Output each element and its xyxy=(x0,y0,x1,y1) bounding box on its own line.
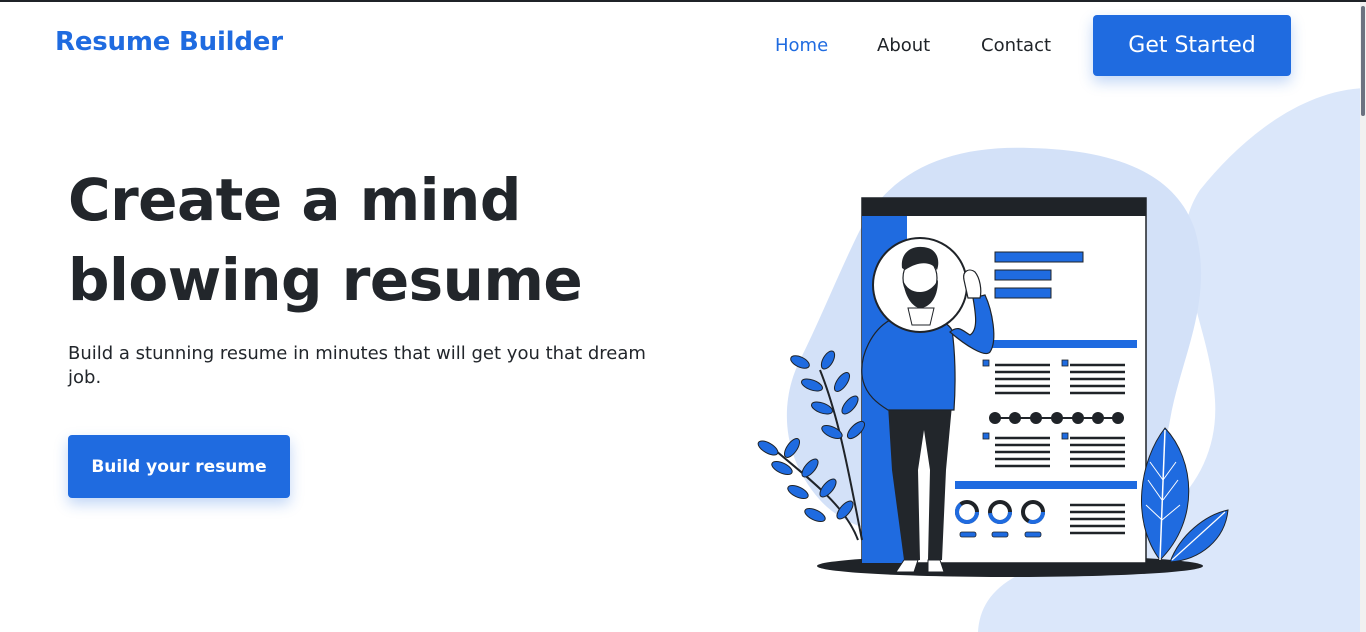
site-header: Resume Builder Home About Contact Get St… xyxy=(0,2,1366,88)
brand-logo[interactable]: Resume Builder xyxy=(55,27,283,57)
get-started-button[interactable]: Get Started xyxy=(1093,15,1291,76)
right-leaves xyxy=(1141,427,1229,563)
build-resume-button[interactable]: Build your resume xyxy=(68,435,290,498)
document-header-bar xyxy=(862,198,1146,216)
hero-subtitle: Build a stunning resume in minutes that … xyxy=(68,343,646,388)
hero-title-line1: Create a mind xyxy=(68,166,521,234)
nav-contact[interactable]: Contact xyxy=(981,35,1051,56)
hero-title: Create a mind blowing resume xyxy=(68,160,708,320)
hero-title-line2: blowing resume xyxy=(68,246,583,314)
nav-home[interactable]: Home xyxy=(775,35,828,56)
nav-about[interactable]: About xyxy=(877,35,930,56)
resume-illustration xyxy=(757,147,1229,577)
scrollbar[interactable] xyxy=(1360,2,1366,632)
scrollbar-thumb[interactable] xyxy=(1361,6,1365,116)
